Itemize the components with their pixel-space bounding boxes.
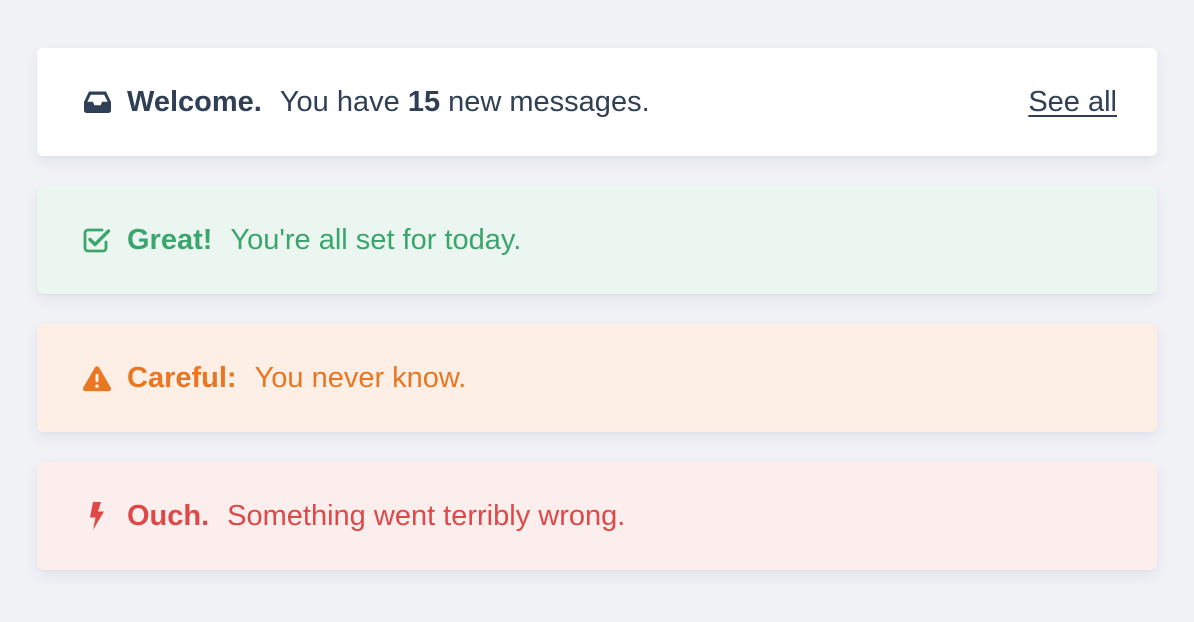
lightning-bolt-icon — [82, 501, 112, 531]
message-suffix: new messages. — [448, 85, 650, 118]
alert-message: You never know. — [254, 361, 467, 394]
alert-title: Careful: — [127, 361, 237, 394]
warning-alert: Careful: You never know. — [37, 324, 1157, 432]
see-all-link[interactable]: See all — [1028, 86, 1117, 119]
alert-title: Welcome. — [127, 85, 262, 118]
message-count: 15 — [407, 85, 441, 118]
checkbox-checked-icon — [82, 225, 112, 255]
alert-title: Great! — [127, 223, 213, 256]
alert-title: Ouch. — [127, 499, 210, 532]
alert-list: Welcome. You have 15 new messages. See a… — [37, 48, 1157, 570]
info-alert: Welcome. You have 15 new messages. See a… — [37, 48, 1157, 156]
alert-message: Something went terribly wrong. — [227, 499, 626, 532]
warning-triangle-icon — [82, 363, 112, 393]
message-prefix: You have — [279, 85, 400, 118]
success-alert: Great! You're all set for today. — [37, 186, 1157, 294]
alert-message: You're all set for today. — [230, 223, 522, 256]
error-alert: Ouch. Something went terribly wrong. — [37, 462, 1157, 570]
inbox-icon — [82, 87, 112, 117]
alert-message: You have 15 new messages. — [280, 86, 650, 119]
